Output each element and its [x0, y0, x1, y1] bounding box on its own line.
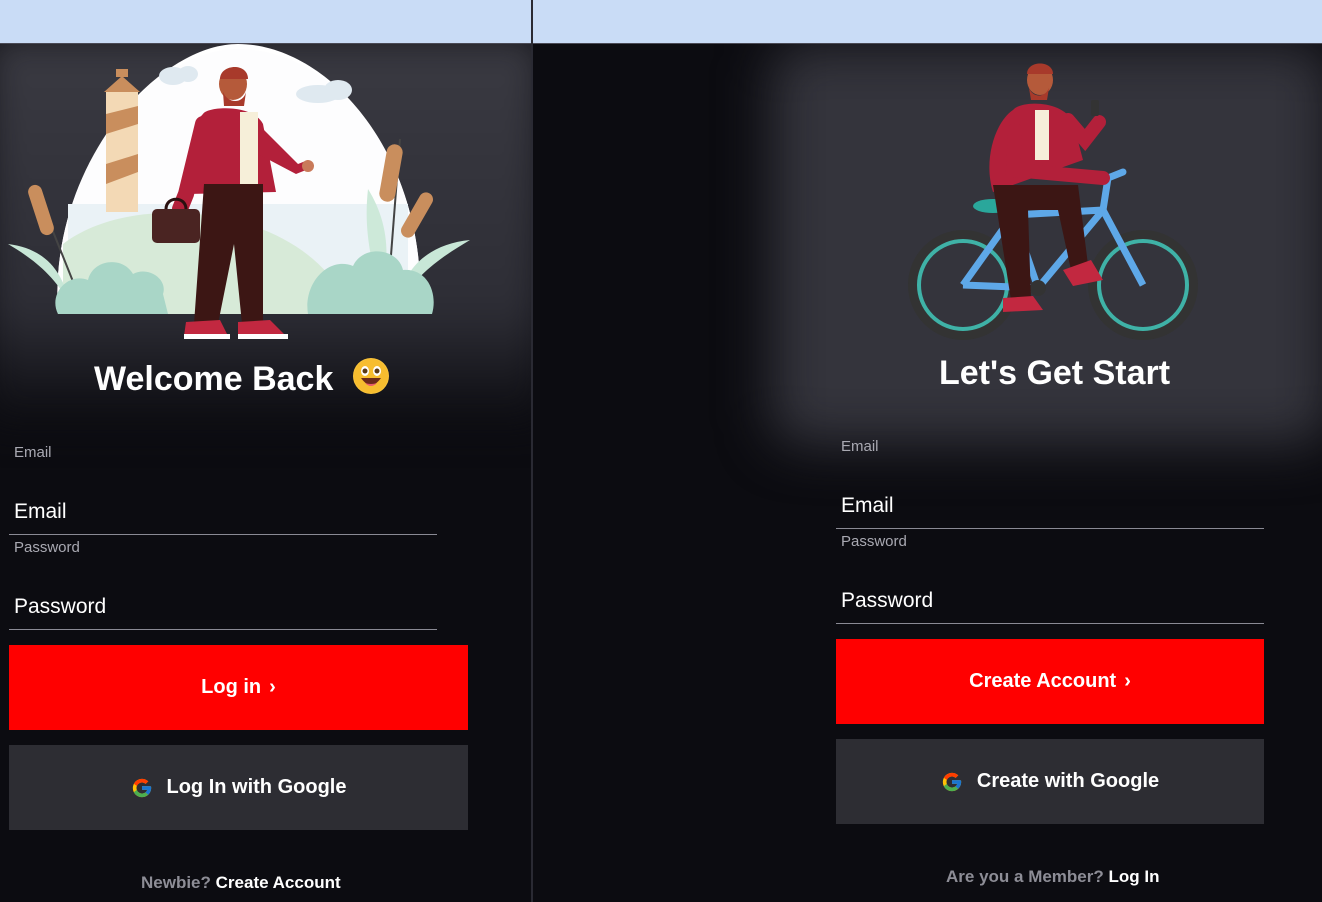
signup-footer: Are you a Member? Log In — [946, 867, 1159, 887]
google-icon — [132, 778, 151, 797]
browser-toolbar-left — [0, 0, 531, 44]
login-password-input[interactable] — [9, 585, 437, 629]
login-button-label: Log in — [201, 676, 262, 698]
login-email-input[interactable] — [9, 490, 437, 534]
signup-title: Let's Get Start — [939, 354, 1171, 392]
chevron-right-icon: › — [269, 676, 276, 698]
signup-footer-prompt: Are you a Member? — [946, 867, 1104, 886]
login-title-text: Welcome Back — [94, 360, 334, 398]
signup-password-label: Password — [841, 533, 907, 550]
login-email-field-wrap — [9, 490, 437, 535]
login-footer: Newbie? Create Account — [141, 873, 341, 893]
signup-google-button[interactable]: Create with Google — [836, 739, 1264, 824]
login-google-button[interactable]: Log In with Google — [9, 745, 468, 830]
login-email-label: Email — [14, 444, 52, 461]
login-footer-prompt: Newbie? — [141, 873, 211, 892]
signup-email-label: Email — [841, 438, 879, 455]
log-in-link[interactable]: Log In — [1109, 867, 1160, 886]
grinning-emoji-icon — [352, 358, 389, 394]
login-button[interactable]: Log in › — [9, 645, 468, 730]
create-account-button[interactable]: Create Account › — [836, 639, 1264, 724]
create-account-link[interactable]: Create Account — [216, 873, 341, 892]
create-account-button-label: Create Account — [969, 670, 1117, 692]
signup-google-label: Create with Google — [976, 770, 1160, 792]
login-google-label: Log In with Google — [166, 776, 347, 798]
signup-password-input[interactable] — [836, 579, 1264, 623]
login-password-label: Password — [14, 539, 80, 556]
login-title: Welcome Back — [94, 358, 389, 399]
signup-email-field-wrap — [836, 484, 1264, 529]
welcome-illustration — [8, 44, 470, 339]
signup-password-field-wrap — [836, 579, 1264, 624]
google-icon — [942, 772, 962, 791]
login-password-field-wrap — [9, 585, 437, 630]
chevron-right-icon: › — [1124, 670, 1131, 692]
signup-email-input[interactable] — [836, 484, 1264, 528]
browser-toolbar-right — [533, 0, 1322, 44]
bicycle-illustration — [908, 63, 1198, 340]
signup-panel: Let's Get Start Email Password Create Ac… — [533, 44, 1322, 902]
login-panel: Welcome Back Email Password Log in › Lo — [0, 44, 531, 902]
